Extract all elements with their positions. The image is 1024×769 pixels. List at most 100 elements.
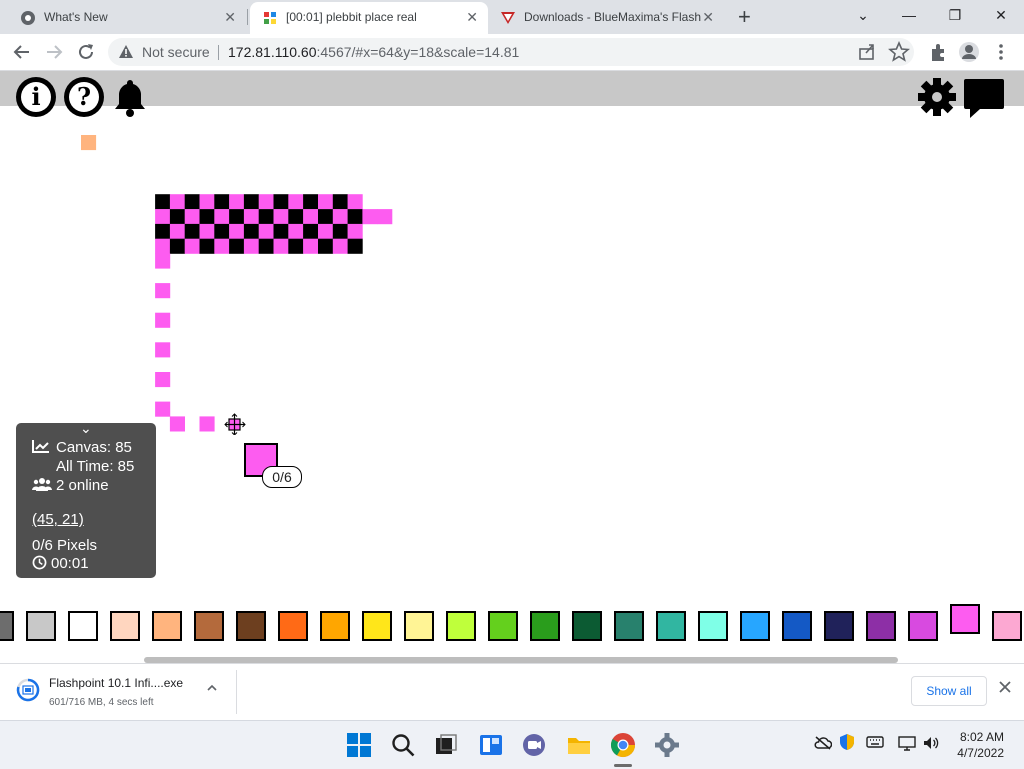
minimize-button[interactable]: — [886, 0, 932, 30]
security-shield-icon[interactable] [839, 733, 855, 751]
download-progress-icon[interactable] [16, 678, 40, 702]
keyboard-icon[interactable] [866, 735, 884, 749]
canvas-pixel [258, 238, 274, 254]
chrome-taskbar-icon[interactable] [609, 731, 637, 759]
canvas-count: Canvas: 85 [56, 439, 132, 456]
tab-close-icon[interactable]: ✕ [224, 2, 236, 32]
online-row: 2 online [32, 477, 109, 494]
palette-swatch[interactable] [866, 611, 896, 641]
canvas-pixel [347, 223, 363, 239]
palette-swatch[interactable] [362, 611, 392, 641]
palette-swatch[interactable] [320, 611, 350, 641]
canvas-pixel [243, 238, 259, 254]
windows-start-icon[interactable] [345, 731, 373, 759]
windows-taskbar: 8:02 AM 4/7/2022 [0, 720, 1024, 769]
clock-time: 8:02 AM [959, 730, 1004, 744]
tab-downloads[interactable]: Downloads - BlueMaxima's Flash ✕ [488, 2, 724, 34]
task-view-icon[interactable] [432, 731, 460, 759]
move-cursor-icon [224, 413, 246, 435]
close-icon[interactable] [998, 680, 1012, 694]
canvas-pixel [288, 209, 304, 225]
timer-row: 00:01 [32, 555, 89, 572]
pixel-count-badge: 0/6 [262, 466, 302, 488]
palette-swatch[interactable] [404, 611, 434, 641]
color-palette [0, 604, 1024, 649]
canvas-pixel [273, 223, 289, 239]
settings-taskbar-icon[interactable] [653, 731, 681, 759]
canvas-pixel [303, 209, 319, 225]
canvas-pixel [362, 209, 378, 225]
search-icon[interactable] [389, 731, 417, 759]
widgets-icon[interactable] [477, 731, 505, 759]
cloud-offline-icon[interactable] [814, 735, 832, 751]
pixels-remaining: 0/6 Pixels [32, 537, 98, 554]
palette-swatch[interactable] [446, 611, 476, 641]
canvas-pixel [184, 194, 200, 210]
palette-swatch[interactable] [614, 611, 644, 641]
chrome-icon [21, 11, 35, 25]
canvas-pixel [169, 223, 185, 239]
palette-swatch[interactable] [278, 611, 308, 641]
forward-arrow-icon[interactable] [42, 40, 66, 64]
reload-icon[interactable] [74, 40, 98, 64]
canvas-pixel [169, 416, 185, 432]
menu-kebab-icon[interactable] [990, 41, 1012, 63]
palette-swatch[interactable] [782, 611, 812, 641]
tab-whats-new[interactable]: What's New ✕ [8, 2, 246, 34]
canvas-pixel [155, 312, 171, 328]
canvas-pixel [303, 223, 319, 239]
canvas-pixel [347, 209, 363, 225]
palette-swatch[interactable] [572, 611, 602, 641]
palette-swatch[interactable] [656, 611, 686, 641]
canvas-pixel [214, 223, 230, 239]
tab-close-icon[interactable]: ✕ [702, 2, 714, 32]
palette-swatch[interactable] [908, 611, 938, 641]
file-explorer-icon[interactable] [565, 731, 593, 759]
palette-swatch[interactable] [824, 611, 854, 641]
tab-close-icon[interactable]: ✕ [466, 2, 478, 32]
speaker-volume-icon[interactable] [922, 735, 940, 751]
palette-swatch[interactable] [194, 611, 224, 641]
teams-chat-icon[interactable] [520, 731, 548, 759]
canvas-pixel [273, 209, 289, 225]
palette-swatch[interactable] [950, 604, 980, 634]
tab-plebbit-place[interactable]: [00:01] plebbit place real ✕ [250, 2, 488, 34]
palette-swatch[interactable] [0, 611, 14, 641]
system-clock[interactable]: 8:02 AM 4/7/2022 [948, 729, 1004, 761]
security-label: Not secure [142, 44, 210, 60]
profile-avatar-icon[interactable] [958, 41, 980, 63]
close-window-button[interactable]: ✕ [978, 0, 1024, 30]
canvas-pixel [155, 209, 171, 225]
download-file-name[interactable]: Flashpoint 10.1 Infi....exe [49, 676, 183, 690]
canvas-pixel [199, 416, 215, 432]
bookmark-star-icon[interactable] [888, 41, 910, 63]
collapse-chevron-icon[interactable]: ⌄ [80, 420, 92, 437]
new-tab-button[interactable]: + [738, 3, 751, 31]
address-bar[interactable]: Not secure 172.81.110.60:4567/#x=64&y=18… [108, 38, 914, 66]
coordinates-link[interactable]: (45, 21) [32, 511, 84, 528]
canvas-pixel [303, 238, 319, 254]
canvas-pixel [214, 194, 230, 210]
canvas-pixel [377, 209, 393, 225]
chevron-up-icon[interactable] [206, 682, 218, 694]
download-progress-text: 601/716 MB, 4 secs left [49, 697, 154, 708]
palette-swatch[interactable] [992, 611, 1022, 641]
back-arrow-icon[interactable] [10, 40, 34, 64]
palette-swatch[interactable] [530, 611, 560, 641]
palette-swatch[interactable] [152, 611, 182, 641]
show-all-button[interactable]: Show all [911, 676, 987, 706]
restore-button[interactable]: ❐ [932, 0, 978, 30]
extensions-puzzle-icon[interactable] [928, 41, 950, 63]
canvas-pixel [318, 209, 334, 225]
share-icon[interactable] [856, 41, 878, 63]
tab-search-chevron-icon[interactable]: ⌄ [840, 0, 886, 30]
network-monitor-icon[interactable] [898, 735, 916, 751]
palette-swatch[interactable] [740, 611, 770, 641]
palette-swatch[interactable] [698, 611, 728, 641]
palette-swatch[interactable] [110, 611, 140, 641]
canvas-pixel [303, 194, 319, 210]
palette-swatch[interactable] [26, 611, 56, 641]
palette-swatch[interactable] [68, 611, 98, 641]
palette-swatch[interactable] [236, 611, 266, 641]
palette-swatch[interactable] [488, 611, 518, 641]
